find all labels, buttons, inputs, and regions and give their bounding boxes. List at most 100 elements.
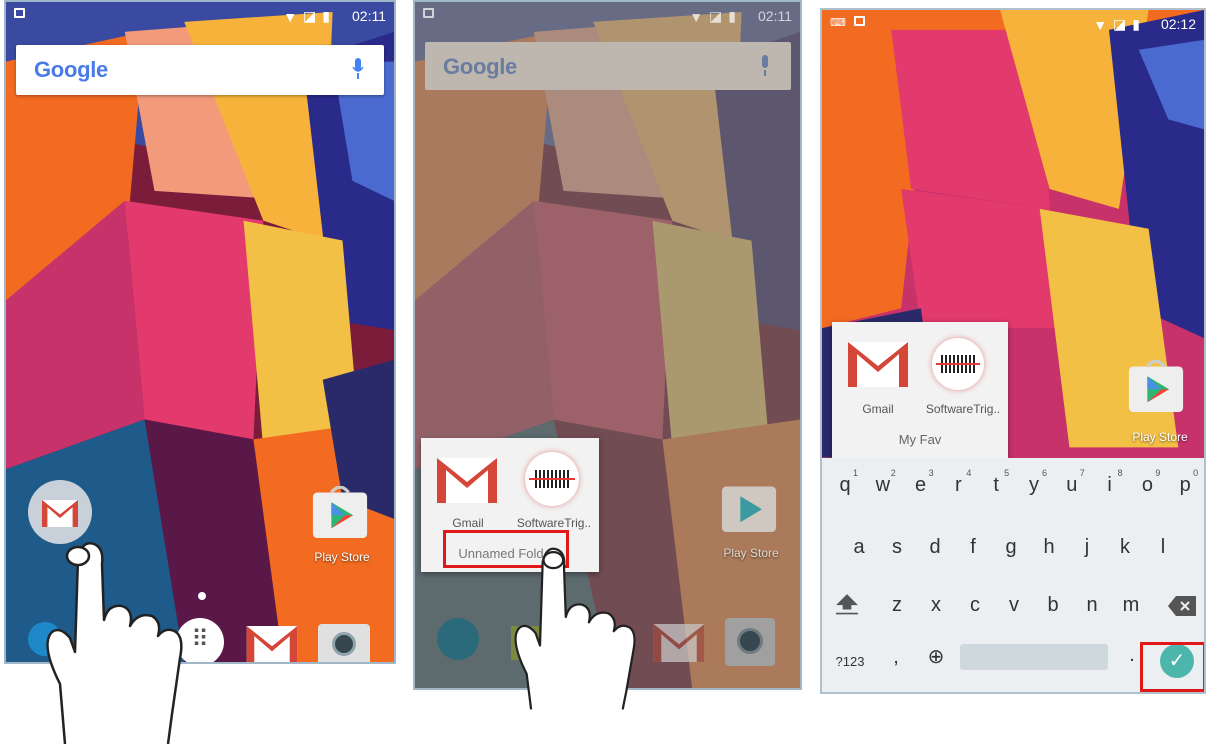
- key-o[interactable]: 9o: [1130, 468, 1164, 497]
- key-label: o: [1141, 474, 1153, 496]
- google-logo: Google: [34, 57, 108, 82]
- gmail-icon[interactable]: [246, 626, 298, 664]
- key-y[interactable]: 6y: [1017, 468, 1051, 497]
- no-sim-icon: ◪: [709, 8, 723, 24]
- key-x[interactable]: x: [921, 594, 951, 617]
- key-a[interactable]: a: [844, 536, 874, 559]
- key-s[interactable]: s: [882, 536, 912, 559]
- play-store-label: Play Store: [1132, 430, 1188, 444]
- gmail-icon[interactable]: [848, 342, 908, 387]
- key-c[interactable]: c: [960, 594, 990, 617]
- google-logo: Google: [443, 54, 517, 79]
- key-w[interactable]: 2w: [866, 468, 900, 497]
- play-store-icon: [1128, 359, 1184, 412]
- barcode-scanner-icon[interactable]: [525, 452, 579, 506]
- period-key[interactable]: .: [1122, 644, 1142, 667]
- key-label: q: [839, 474, 851, 496]
- battery-icon: ▮: [728, 8, 736, 24]
- key-u[interactable]: 7u: [1055, 468, 1089, 497]
- key-z[interactable]: z: [882, 594, 912, 617]
- folder-app-label: SoftwareTrig..: [925, 402, 1001, 416]
- key-label: e: [915, 474, 927, 496]
- gmail-icon[interactable]: [437, 458, 497, 503]
- wifi-icon: ▼: [283, 8, 298, 25]
- key-n[interactable]: n: [1077, 594, 1107, 617]
- folder-popup: Gmail SoftwareTrig.. My Fav: [832, 322, 1008, 458]
- touch-hand-illustration: [46, 542, 183, 744]
- touch-hand-illustration: [514, 547, 636, 710]
- key-number-hint: 8: [1117, 468, 1123, 478]
- spacebar[interactable]: [960, 644, 1108, 670]
- google-search-bar[interactable]: Google: [16, 45, 384, 95]
- status-bar: ▼ ◪ ▮ 02:11: [415, 2, 800, 30]
- keyboard-row-1: 1q2w3e4r5t6y7u8i9o0p: [822, 468, 1204, 508]
- status-time: 02:11: [352, 8, 386, 24]
- wifi-icon: ▼: [1093, 16, 1108, 33]
- microphone-icon[interactable]: [352, 58, 364, 80]
- folder-name-field[interactable]: My Fav: [872, 432, 968, 447]
- google-search-bar[interactable]: Google: [425, 42, 791, 90]
- symbols-key[interactable]: ?123: [828, 654, 872, 669]
- key-t[interactable]: 5t: [979, 468, 1013, 497]
- no-sim-icon: ◪: [1113, 16, 1127, 32]
- key-number-hint: 6: [1041, 468, 1047, 478]
- notification-image-icon: [423, 8, 434, 18]
- done-key-highlight: [1140, 642, 1204, 692]
- key-v[interactable]: v: [999, 594, 1029, 617]
- folder-app-label: Gmail: [452, 516, 484, 530]
- barcode-scanner-icon[interactable]: [932, 338, 984, 390]
- folder-app-label: SoftwareTrig..: [516, 516, 592, 530]
- key-label: p: [1179, 474, 1191, 496]
- key-i[interactable]: 8i: [1093, 468, 1127, 497]
- status-bar: ⌨ ▼ ◪ ▮ 02:12: [822, 10, 1204, 38]
- key-e[interactable]: 3e: [904, 468, 938, 497]
- shift-key[interactable]: [836, 592, 866, 622]
- notification-image-icon: [14, 8, 25, 18]
- wifi-icon: ▼: [689, 8, 704, 25]
- key-label: y: [1029, 474, 1039, 496]
- keyboard-row-3: zxcvbnm: [882, 590, 1162, 630]
- screen-3-rename-folder: ⌨ ▼ ◪ ▮ 02:12 Gmail SoftwareTrig.. My Fa…: [820, 8, 1206, 694]
- camera-icon[interactable]: [725, 618, 775, 666]
- key-l[interactable]: l: [1148, 536, 1178, 559]
- key-number-hint: 3: [928, 468, 934, 478]
- key-d[interactable]: d: [920, 536, 950, 559]
- microphone-icon[interactable]: [759, 55, 771, 77]
- key-label: t: [993, 474, 999, 496]
- globe-key[interactable]: ⊕: [918, 644, 954, 669]
- shift-icon: [836, 594, 858, 615]
- play-store-label: Play Store: [314, 550, 370, 564]
- comma-key[interactable]: ,: [886, 646, 906, 669]
- key-b[interactable]: b: [1038, 594, 1068, 617]
- key-label: u: [1066, 474, 1078, 496]
- play-store-icon: [721, 486, 777, 532]
- battery-icon: ▮: [1132, 16, 1140, 32]
- keyboard-row-2: asdfghjkl: [822, 532, 1204, 572]
- camera-icon[interactable]: [318, 624, 370, 662]
- play-store-icon: [312, 485, 368, 538]
- status-time: 02:12: [1160, 16, 1196, 32]
- key-k[interactable]: k: [1110, 536, 1140, 559]
- gmail-icon[interactable]: [653, 624, 705, 662]
- key-g[interactable]: g: [996, 536, 1026, 559]
- notification-image-icon: [853, 16, 865, 26]
- key-number-hint: 7: [1079, 468, 1085, 478]
- play-store-label: Play Store: [723, 546, 779, 560]
- gmail-icon: [42, 500, 78, 527]
- backspace-key[interactable]: [1168, 596, 1196, 616]
- key-p[interactable]: 0p: [1168, 468, 1202, 497]
- key-r[interactable]: 4r: [941, 468, 975, 497]
- key-m[interactable]: m: [1116, 594, 1146, 617]
- key-q[interactable]: 1q: [828, 468, 862, 497]
- phone-icon[interactable]: [437, 618, 479, 660]
- key-f[interactable]: f: [958, 536, 988, 559]
- key-number-hint: 0: [1193, 468, 1199, 478]
- key-number-hint: 9: [1155, 468, 1161, 478]
- play-store-app[interactable]: [721, 480, 781, 540]
- key-j[interactable]: j: [1072, 536, 1102, 559]
- no-sim-icon: ◪: [303, 8, 317, 24]
- key-h[interactable]: h: [1034, 536, 1064, 559]
- play-store-app[interactable]: [1128, 359, 1188, 420]
- keyboard-icon: ⌨: [830, 17, 846, 29]
- key-label: w: [875, 474, 891, 496]
